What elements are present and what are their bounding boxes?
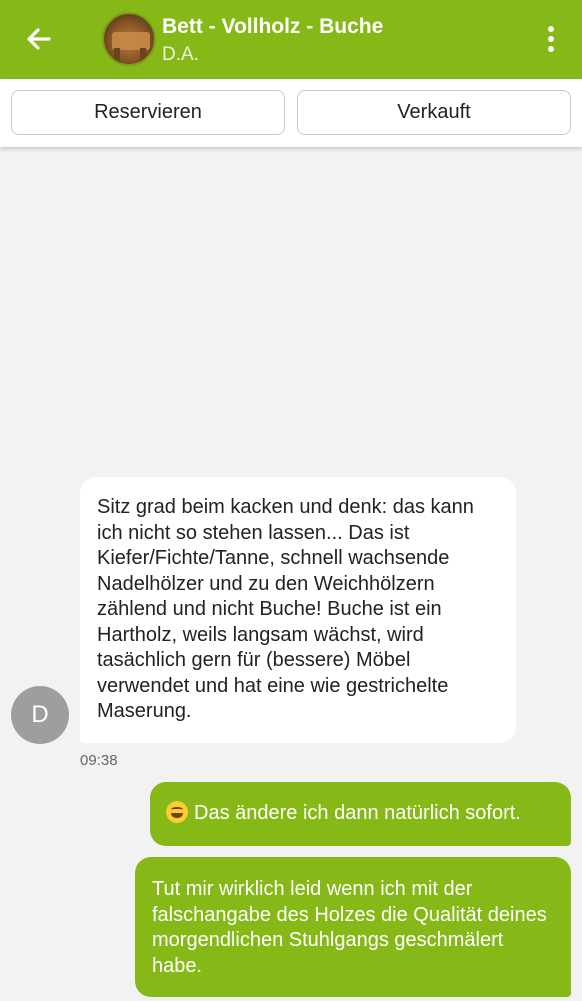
outgoing-message-text: Das ändere ich dann natürlich sofort.: [194, 802, 521, 824]
listing-thumbnail[interactable]: [102, 12, 156, 66]
more-vert-icon: [548, 26, 554, 32]
bed-image-detail: [114, 48, 120, 62]
back-button[interactable]: [22, 22, 56, 56]
grinning-sweat-emoji-icon: [166, 801, 188, 823]
bed-image-detail: [140, 48, 146, 62]
listing-title[interactable]: Bett - Vollholz - Buche: [162, 15, 383, 39]
message-timestamp: 09:38: [80, 752, 118, 769]
outgoing-message[interactable]: Das ändere ich dann natürlich sofort.: [150, 782, 571, 846]
sender-avatar[interactable]: D: [11, 686, 69, 744]
sold-button[interactable]: Verkauft: [297, 90, 571, 135]
more-vert-icon: [548, 46, 554, 52]
incoming-message[interactable]: Sitz grad beim kacken und denk: das kann…: [80, 477, 516, 743]
reserve-button[interactable]: Reservieren: [11, 90, 285, 135]
more-vert-icon: [548, 36, 554, 42]
outgoing-message[interactable]: Tut mir wirklich leid wenn ich mit der f…: [135, 857, 571, 997]
app-bar: Bett - Vollholz - Buche D.A.: [0, 0, 582, 79]
action-bar: Reservieren Verkauft: [0, 79, 582, 147]
contact-name: D.A.: [162, 44, 199, 65]
more-options-button[interactable]: [538, 22, 564, 56]
arrow-left-icon: [27, 28, 51, 50]
